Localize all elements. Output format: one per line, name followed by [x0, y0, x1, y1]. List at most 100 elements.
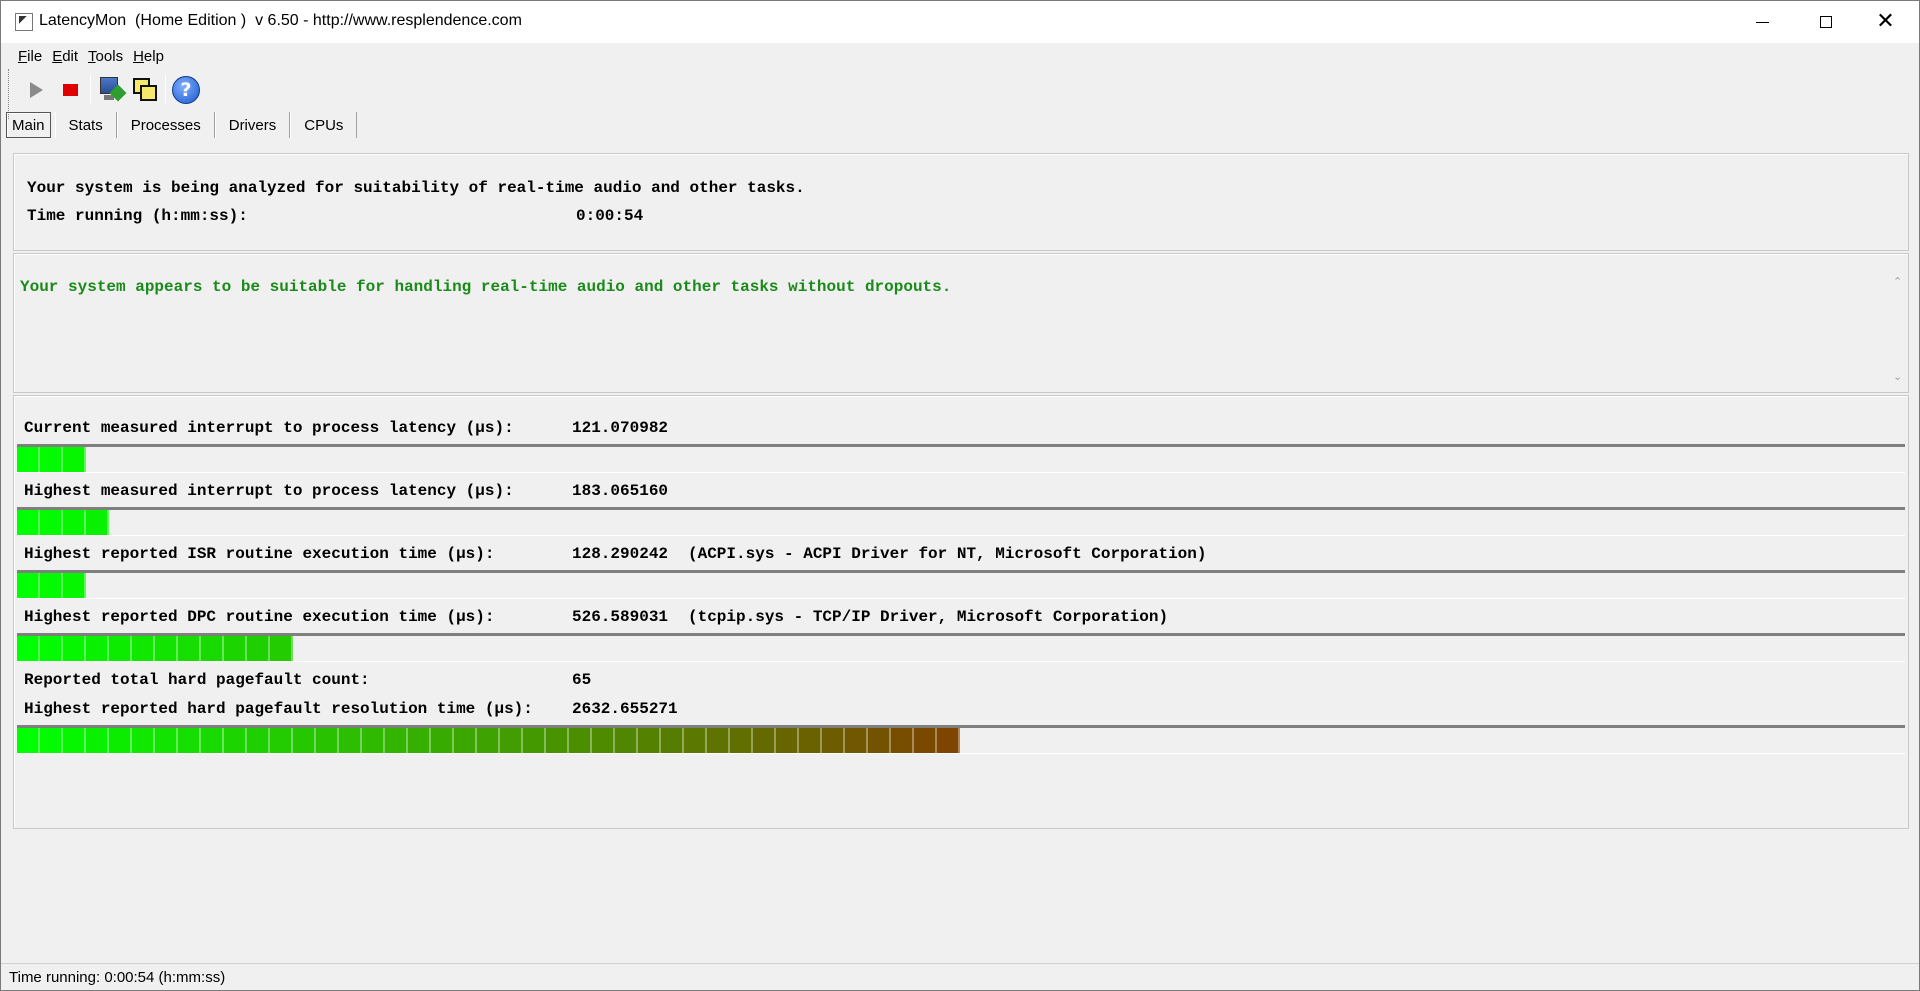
verdict-text: Your system appears to be suitable for h…: [20, 278, 952, 296]
time-running-value: 0:00:54: [576, 207, 644, 225]
metric-value: 65: [572, 671, 592, 689]
metric-label: Reported total hard pagefault count:: [24, 671, 370, 689]
meter-cell: [63, 728, 86, 753]
meter-cell: [201, 728, 224, 753]
toolbar-separator: [165, 75, 166, 105]
metric-value: 183.065160: [572, 482, 669, 500]
meter-cell: [615, 728, 638, 753]
latency-meter-fill: [17, 636, 293, 661]
metric-label: Highest reported DPC routine execution t…: [24, 608, 495, 626]
meter-cell: [569, 728, 592, 753]
meter-cell: [293, 728, 316, 753]
time-running-label: Time running (h:mm:ss):: [27, 207, 248, 225]
tab-processes[interactable]: Processes: [116, 112, 215, 138]
meter-cell: [799, 728, 822, 753]
metric-label: Highest measured interrupt to process la…: [24, 482, 514, 500]
meter-cell: [17, 510, 40, 535]
meter-cell: [132, 728, 155, 753]
meter-cell: [178, 636, 201, 661]
start-button[interactable]: [19, 74, 53, 106]
meter-cell: [247, 728, 270, 753]
menu-file[interactable]: File: [18, 48, 42, 65]
menu-bar: File Edit Tools Help: [1, 44, 1919, 68]
verdict-scrollbar[interactable]: ⌃ ⌄: [1889, 274, 1908, 386]
meter-cell: [431, 728, 454, 753]
meter-cell: [270, 728, 293, 753]
meter-cell: [868, 728, 891, 753]
menu-help[interactable]: Help: [133, 48, 164, 65]
meter-cell: [891, 728, 914, 753]
analysis-status-panel: Your system is being analyzed for suitab…: [13, 153, 1909, 251]
meter-cell: [592, 728, 615, 753]
latency-meter: [17, 444, 1905, 473]
verdict-panel: Your system appears to be suitable for h…: [13, 253, 1909, 393]
meter-cell: [40, 447, 63, 472]
meter-cell: [109, 728, 132, 753]
status-bar: Time running: 0:00:54 (h:mm:ss): [1, 963, 1919, 990]
meter-cell: [937, 728, 960, 753]
scroll-up-icon[interactable]: ⌃: [1893, 276, 1904, 287]
meter-cell: [224, 728, 247, 753]
meter-cell: [822, 728, 845, 753]
help-button[interactable]: ?: [169, 74, 203, 106]
tab-stats[interactable]: Stats: [54, 112, 117, 138]
meter-cell: [86, 510, 109, 535]
maximize-button[interactable]: [1796, 1, 1855, 43]
minimize-icon: [1756, 21, 1769, 23]
meter-cell: [385, 728, 408, 753]
meter-cell: [17, 728, 40, 753]
meter-cell: [63, 510, 86, 535]
menu-edit[interactable]: Edit: [52, 48, 78, 65]
title-bar[interactable]: LatencyMon (Home Edition ) v 6.50 - http…: [1, 1, 1919, 43]
maximize-icon: [1819, 16, 1832, 28]
analysis-headline: Your system is being analyzed for suitab…: [27, 179, 805, 197]
tab-cpus[interactable]: CPUs: [290, 112, 358, 138]
meter-cell: [523, 728, 546, 753]
meter-cell: [638, 728, 661, 753]
meter-cell: [408, 728, 431, 753]
meter-cell: [500, 728, 523, 753]
meter-cell: [17, 573, 40, 598]
tab-drivers[interactable]: Drivers: [214, 112, 291, 138]
latency-meter: [17, 725, 1905, 754]
meter-cell: [707, 728, 730, 753]
metric-label: Highest reported ISR routine execution t…: [24, 545, 495, 563]
metric-detail: (ACPI.sys - ACPI Driver for NT, Microsof…: [688, 545, 1207, 563]
app-icon: [15, 13, 33, 31]
metric-value: 526.589031: [572, 608, 669, 626]
metric-value: 121.070982: [572, 419, 669, 437]
monitor-button[interactable]: [94, 74, 128, 106]
window-title: LatencyMon (Home Edition ) v 6.50 - http…: [39, 12, 522, 29]
meter-cell: [40, 636, 63, 661]
meter-cell: [86, 728, 109, 753]
meter-cell: [17, 636, 40, 661]
meter-cell: [546, 728, 569, 753]
windows-button[interactable]: [128, 74, 162, 106]
meter-cell: [40, 573, 63, 598]
metric-label: Highest reported hard pagefault resoluti…: [24, 700, 533, 718]
menu-tools[interactable]: Tools: [88, 48, 123, 65]
latency-meter: [17, 507, 1905, 536]
close-button[interactable]: ✕: [1856, 1, 1915, 43]
tab-main[interactable]: Main: [6, 112, 51, 138]
latency-meter-fill: [17, 573, 86, 598]
toolbar-separator: [90, 75, 91, 105]
minimize-button[interactable]: [1733, 1, 1792, 43]
scroll-down-icon[interactable]: ⌄: [1893, 371, 1904, 382]
meter-cell: [845, 728, 868, 753]
meter-cell: [155, 636, 178, 661]
meter-cell: [63, 447, 86, 472]
meter-cell: [17, 447, 40, 472]
toolbar: ?: [19, 73, 203, 107]
tab-strip: Main Stats Processes Drivers CPUs: [6, 111, 358, 139]
meter-cell: [684, 728, 707, 753]
meter-cell: [63, 573, 86, 598]
meter-cell: [224, 636, 247, 661]
play-icon: [29, 82, 43, 98]
app-window: LatencyMon (Home Edition ) v 6.50 - http…: [0, 0, 1920, 991]
metric-value: 128.290242: [572, 545, 669, 563]
meter-cell: [270, 636, 293, 661]
stop-button[interactable]: [53, 74, 87, 106]
meter-cell: [109, 636, 132, 661]
latency-meter: [17, 633, 1905, 662]
